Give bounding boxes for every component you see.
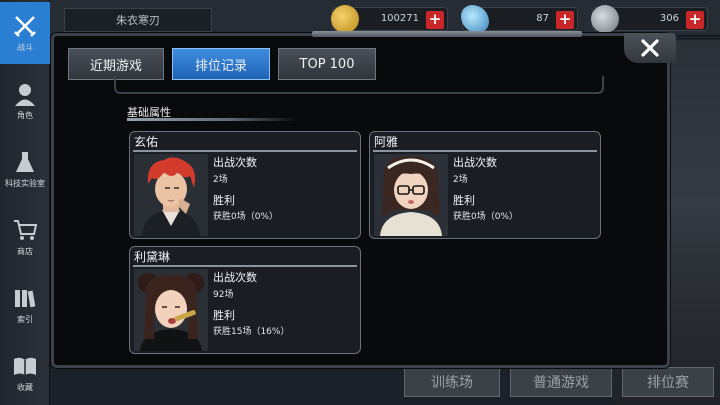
crystal-value: 87 — [536, 13, 549, 24]
battles-label: 出战次数 — [453, 156, 497, 169]
sidebar-item-label: 角色 — [17, 111, 33, 120]
gold-value: 100271 — [380, 13, 419, 24]
add-crystal-button[interactable]: + — [556, 11, 574, 29]
sidebar-item-character[interactable]: 角色 — [0, 70, 50, 132]
wins-label: 胜利 — [213, 309, 235, 322]
gold-resource: 100271 + — [331, 5, 448, 33]
normal-game-button[interactable]: 普通游戏 — [510, 367, 612, 397]
wins-value: 获胜0场（0%） — [213, 212, 279, 222]
bp-badge-icon — [591, 5, 619, 33]
open-book-icon — [14, 357, 36, 375]
close-icon — [641, 39, 659, 57]
character-name: 玄佑 — [134, 135, 159, 149]
character-card[interactable]: 玄佑 出战次数 2场 胜利 获胜0场（0%） — [129, 131, 361, 239]
sidebar-item-tech-lab[interactable]: 科技实验室 — [0, 138, 50, 200]
sidebar-item-label: 科技实验室 — [5, 179, 45, 188]
battles-value: 2场 — [453, 175, 468, 185]
wins-value: 获胜15场（16%） — [213, 327, 290, 337]
books-icon — [15, 290, 36, 308]
sidebar-item-battle[interactable]: 战斗 — [0, 2, 50, 64]
sidebar-item-label: 战斗 — [17, 43, 33, 52]
wins-value: 获胜0场（0%） — [453, 212, 519, 222]
dark-haired-woman-buns-portrait — [134, 269, 208, 351]
training-button[interactable]: 训练场 — [404, 367, 500, 397]
divider — [373, 150, 597, 152]
top-tab[interactable]: 朱衣寒刃 — [64, 8, 212, 32]
sidebar-item-label: 收藏 — [17, 383, 33, 392]
records-dialog: 近期游戏 排位记录 TOP 100 基础属性 玄佑 出战次数 2场 胜利 获胜0… — [51, 31, 676, 368]
sidebar-item-label: 索引 — [17, 315, 33, 324]
ranked-game-button[interactable]: 排位赛 — [622, 367, 714, 397]
wins-label: 胜利 — [453, 194, 475, 207]
battles-value: 92场 — [213, 290, 234, 300]
dialog-handle — [312, 31, 582, 37]
close-button[interactable] — [624, 33, 676, 63]
sidebar-item-label: 商店 — [17, 247, 33, 256]
bp-resource: 306 + — [591, 5, 708, 33]
battles-value: 2场 — [213, 175, 228, 185]
divider — [133, 150, 357, 152]
sidebar-item-collection[interactable]: 收藏 — [0, 342, 50, 404]
character-card[interactable]: 阿雅 出战次数 2场 胜利 获胜0场（0%） — [369, 131, 601, 239]
character-icon — [15, 84, 35, 106]
wins-label: 胜利 — [213, 194, 235, 207]
character-card[interactable]: 利黛琳 出战次数 92场 胜利 获胜15场（16%） — [129, 246, 361, 354]
main-sidebar: 战斗 角色 科技实验室 商店 索引 收藏 — [0, 0, 50, 405]
crossed-swords-icon — [14, 16, 36, 37]
bp-value: 306 — [659, 13, 679, 24]
sidebar-item-shop[interactable]: 商店 — [0, 206, 50, 268]
battles-label: 出战次数 — [213, 156, 257, 169]
dark-haired-woman-glasses-portrait — [374, 154, 448, 236]
background-mode-buttons: 训练场 普通游戏 排位赛 — [400, 365, 720, 405]
section-underline — [127, 118, 297, 121]
character-name: 阿雅 — [374, 135, 399, 149]
red-haired-man-portrait — [134, 154, 208, 236]
scroll-area-edge — [114, 76, 604, 94]
flask-icon — [16, 152, 34, 172]
sidebar-item-index[interactable]: 索引 — [0, 274, 50, 336]
crystal-icon — [461, 5, 489, 33]
divider — [133, 265, 357, 267]
cart-icon — [14, 220, 38, 240]
gold-coin-icon — [331, 5, 359, 33]
battles-label: 出战次数 — [213, 271, 257, 284]
add-gold-button[interactable]: + — [426, 11, 444, 29]
crystal-resource: 87 + — [461, 5, 578, 33]
character-name: 利黛琳 — [134, 250, 171, 264]
add-bp-button[interactable]: + — [686, 11, 704, 29]
